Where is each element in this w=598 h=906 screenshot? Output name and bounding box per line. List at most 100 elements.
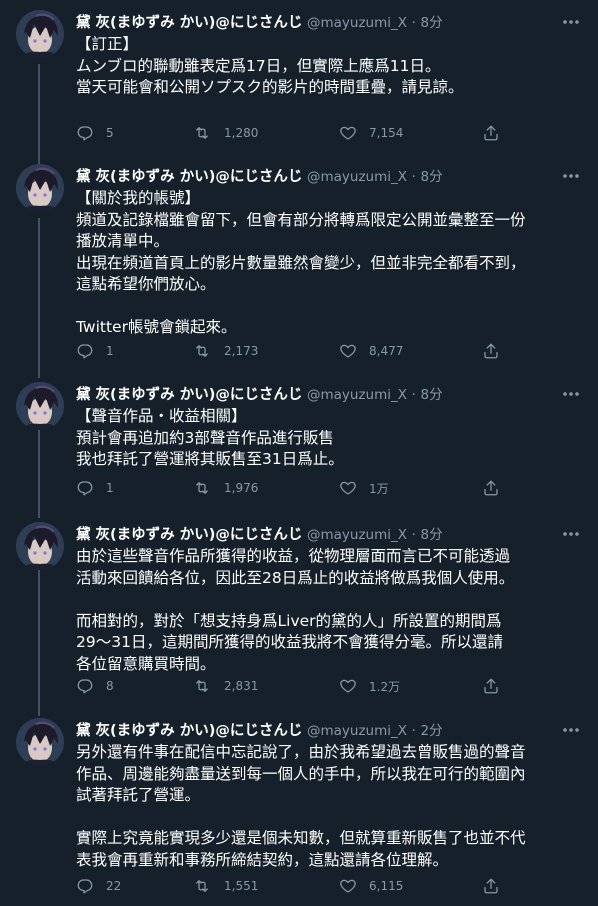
- likes-count: 8,477: [369, 344, 404, 358]
- likes-count: 6,115: [369, 879, 404, 893]
- replies-count: 8: [106, 679, 114, 693]
- retweets-count: 2,173: [224, 344, 259, 358]
- thread-line: [38, 218, 40, 378]
- reply-icon: [76, 124, 94, 142]
- reply-icon: [76, 342, 94, 360]
- tweet-text: 【訂正】 ムンブロ的聯動雖表定爲17日，但實際上應爲11日。 當天可能會和公開ソプス…: [76, 34, 586, 99]
- heart-icon: [339, 677, 357, 695]
- tweet-text: 【關於我的帳號】 頻道及記錄檔雖會留下，但會有部分將轉爲限定公開並彙整至一份 播放清…: [76, 188, 586, 339]
- display-name[interactable]: 黛 灰(まゆずみ かい)@にじさんじ: [76, 723, 302, 739]
- tweet-text-line: 這點希望你們放心。: [76, 275, 216, 293]
- more-options-icon[interactable]: [560, 524, 582, 544]
- tweet-actions: 22 1,551 6,115: [76, 876, 586, 896]
- reply-button[interactable]: 1: [76, 478, 114, 498]
- separator-dot: ·: [411, 527, 416, 543]
- share-button[interactable]: [482, 123, 500, 143]
- timestamp[interactable]: 8分: [421, 527, 443, 543]
- share-icon: [482, 124, 500, 142]
- replies-count: 1: [106, 344, 114, 358]
- avatar[interactable]: [16, 10, 64, 58]
- retweet-button[interactable]: 1,976: [192, 478, 258, 498]
- tweet-text-line: 當天可能會和公開ソプスク的影片的時間重疊，請見諒。: [76, 78, 464, 96]
- retweet-button[interactable]: 2,173: [192, 341, 258, 361]
- display-name[interactable]: 黛 灰(まゆずみ かい)@にじさんじ: [76, 15, 302, 31]
- tweet-text-line: 【聲音作品・收益相關】: [76, 407, 247, 425]
- timestamp[interactable]: 8分: [421, 387, 443, 403]
- reply-button[interactable]: 5: [76, 123, 114, 143]
- user-handle[interactable]: @mayuzumi_X: [307, 169, 407, 185]
- tweet-text: 另外還有件事在配信中忘記說了，由於我希望過去曾販售過的聲音 作品、周邊能夠盡量送到…: [76, 742, 586, 871]
- retweet-icon: [192, 677, 212, 695]
- timestamp[interactable]: 2分: [421, 723, 443, 739]
- more-options-icon[interactable]: [560, 166, 582, 186]
- tweet-header: 黛 灰(まゆずみ かい)@にじさんじ @mayuzumi_X · 8分: [76, 385, 443, 405]
- retweet-icon: [192, 124, 212, 142]
- retweets-count: 2,831: [224, 679, 259, 693]
- timestamp[interactable]: 8分: [421, 15, 443, 31]
- tweet-header: 黛 灰(まゆずみ かい)@にじさんじ @mayuzumi_X · 8分: [76, 167, 443, 187]
- tweet-text-line: 【關於我的帳號】: [76, 189, 201, 207]
- like-button[interactable]: 7,154: [339, 123, 403, 143]
- likes-count: 1万: [369, 481, 389, 496]
- share-button[interactable]: [482, 341, 500, 361]
- more-options-icon[interactable]: [560, 720, 582, 740]
- tweet-text: 由於這些聲音作品所獲得的收益，從物理層面而言已不可能透過 活動來回饋給各位，因此至…: [76, 546, 586, 675]
- replies-count: 22: [106, 879, 122, 893]
- retweet-button[interactable]: 1,280: [192, 123, 258, 143]
- avatar[interactable]: [16, 718, 64, 766]
- share-button[interactable]: [482, 876, 500, 896]
- tweet-header: 黛 灰(まゆずみ かい)@にじさんじ @mayuzumi_X · 2分: [76, 721, 443, 741]
- share-button[interactable]: [482, 676, 500, 696]
- like-button[interactable]: 8,477: [339, 341, 403, 361]
- separator-dot: ·: [411, 723, 416, 739]
- replies-count: 1: [106, 481, 114, 495]
- retweet-button[interactable]: 2,831: [192, 676, 258, 696]
- tweet-text-line: 我也拜託了營運將其販售至31日爲止。: [76, 450, 344, 468]
- tweet-text-line: 實際上究竟能實現多少還是個未知數，但就算重新販售了也並不代: [76, 829, 526, 847]
- user-handle[interactable]: @mayuzumi_X: [307, 15, 407, 31]
- tweet-text-line: 表我會再重新和事務所締結契約，這點還請各位理解。: [76, 850, 449, 869]
- like-button[interactable]: 6,115: [339, 876, 403, 896]
- thread-line: [38, 64, 40, 166]
- share-icon: [482, 677, 500, 695]
- heart-icon: [339, 342, 357, 360]
- reply-button[interactable]: 22: [76, 876, 121, 896]
- reply-button[interactable]: 1: [76, 341, 114, 361]
- timestamp[interactable]: 8分: [421, 169, 443, 185]
- heart-icon: [339, 479, 357, 497]
- retweet-button[interactable]: 1,551: [192, 876, 258, 896]
- user-handle[interactable]: @mayuzumi_X: [307, 723, 407, 739]
- thread-line: [38, 430, 40, 518]
- tweet-actions: 5 1,280 7,154: [76, 123, 586, 143]
- heart-icon: [339, 877, 357, 895]
- display-name[interactable]: 黛 灰(まゆずみ かい)@にじさんじ: [76, 387, 302, 403]
- display-name[interactable]: 黛 灰(まゆずみ かい)@にじさんじ: [76, 169, 302, 185]
- reply-icon: [76, 877, 94, 895]
- retweet-icon: [192, 479, 212, 497]
- user-handle[interactable]: @mayuzumi_X: [307, 527, 407, 543]
- like-button[interactable]: 1.2万: [339, 676, 400, 696]
- avatar[interactable]: [16, 164, 64, 212]
- tweet-text-line: 各位留意購買時間。: [76, 654, 216, 673]
- share-button[interactable]: [482, 478, 500, 498]
- user-handle[interactable]: @mayuzumi_X: [307, 387, 407, 403]
- retweets-count: 1,551: [224, 879, 259, 893]
- tweet-text: 【聲音作品・收益相關】 預計會再追加約3部聲音作品進行販售 我也拜託了營運將其販售至…: [76, 406, 586, 471]
- retweets-count: 1,976: [224, 481, 259, 495]
- avatar[interactable]: [16, 522, 64, 570]
- more-options-icon[interactable]: [560, 384, 582, 404]
- tweet-actions: 8 2,831 1.2万: [76, 676, 586, 696]
- display-name[interactable]: 黛 灰(まゆずみ かい)@にじさんじ: [76, 527, 302, 543]
- retweet-icon: [192, 877, 212, 895]
- like-button[interactable]: 1万: [339, 478, 389, 498]
- tweet-text-line: 由於這些聲音作品所獲得的收益，從物理層面而言已不可能透過: [76, 547, 511, 565]
- more-options-icon[interactable]: [560, 12, 582, 32]
- reply-icon: [76, 677, 94, 695]
- retweet-icon: [192, 342, 212, 360]
- tweet-text-line: Twitter帳號會鎖起來。: [76, 318, 237, 336]
- tweet-actions: 1 2,173 8,477: [76, 341, 586, 361]
- avatar[interactable]: [16, 382, 64, 430]
- reply-button[interactable]: 8: [76, 676, 114, 696]
